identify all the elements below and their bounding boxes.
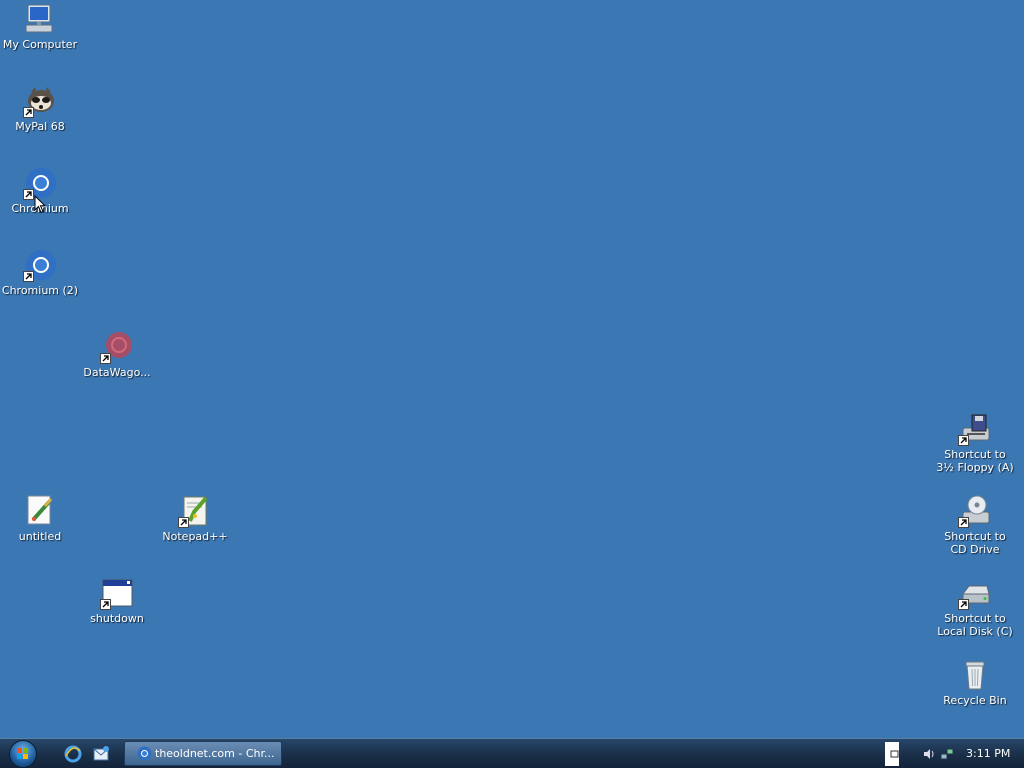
network-icon[interactable] [940, 747, 954, 761]
shutdown-desktop-icon[interactable]: shutdown [77, 576, 157, 625]
cd-drive-icon [958, 494, 992, 528]
mouse-cursor-icon [34, 195, 46, 214]
cd-drive-shortcut-label-line2: CD Drive [950, 543, 1000, 556]
floppy-shortcut-label-line1: Shortcut to [944, 448, 1006, 461]
cd-drive-shortcut-label-line1: Shortcut to [944, 530, 1006, 543]
volume-icon[interactable] [922, 747, 936, 761]
batch-window-icon [100, 576, 134, 610]
shortcut-arrow-icon [100, 353, 111, 364]
chromium-icon [23, 248, 57, 282]
chromium-2-label: Chromium (2) [1, 284, 79, 297]
raccoon-icon [23, 84, 57, 118]
windows-logo-icon [17, 748, 28, 759]
taskbar-button-label: theoldnet.com - Chr... [155, 747, 275, 760]
shutdown-label: shutdown [90, 612, 144, 625]
datawagon-label: DataWago... [83, 366, 151, 379]
datawagon-desktop-icon[interactable]: DataWago... [77, 330, 157, 379]
computer-icon [23, 2, 57, 36]
taskbar: theoldnet.com - Chr... 3:11 PM [0, 738, 1024, 768]
notepadpp-icon [178, 494, 212, 528]
chromium-2-desktop-icon[interactable]: Chromium (2) [0, 248, 80, 297]
shortcut-arrow-icon [23, 189, 34, 200]
local-disk-shortcut-desktop-icon[interactable]: Shortcut to Local Disk (C) [935, 576, 1015, 638]
my-computer-desktop-icon[interactable]: My Computer [0, 2, 80, 51]
shortcut-arrow-icon [23, 107, 34, 118]
recycle-bin-icon [958, 658, 992, 692]
hard-drive-icon [958, 576, 992, 610]
shortcut-arrow-icon [958, 435, 969, 446]
outlook-express-icon[interactable] [92, 745, 110, 763]
chromium-icon [137, 746, 152, 761]
untitled-desktop-icon[interactable]: untitled [0, 494, 80, 543]
notepadpp-label: Notepad++ [162, 530, 228, 543]
datawagon-icon [100, 330, 134, 364]
desktop: My Computer MyPal 68 Chromium (2) DataWa… [0, 0, 1024, 738]
shortcut-arrow-icon [100, 599, 111, 610]
recycle-bin-label: Recycle Bin [943, 694, 1007, 707]
my-computer-label: My Computer [2, 38, 78, 51]
floppy-drive-icon [958, 412, 992, 446]
clock[interactable]: 3:11 PM [966, 739, 1010, 768]
floppy-shortcut-label-line2: 3½ Floppy (A) [936, 461, 1014, 474]
cd-drive-shortcut-desktop-icon[interactable]: Shortcut to CD Drive [935, 494, 1015, 556]
paint-document-icon [23, 494, 57, 528]
recycle-bin-desktop-icon[interactable]: Recycle Bin [935, 658, 1015, 707]
shortcut-arrow-icon [178, 517, 189, 528]
start-button[interactable] [9, 740, 37, 768]
local-disk-shortcut-label-line2: Local Disk (C) [937, 625, 1013, 638]
mypal-desktop-icon[interactable]: MyPal 68 [0, 84, 80, 133]
shortcut-arrow-icon [23, 271, 34, 282]
floppy-shortcut-desktop-icon[interactable]: Shortcut to 3½ Floppy (A) [935, 412, 1015, 474]
shortcut-arrow-icon [958, 599, 969, 610]
keyboard-language-icon[interactable] [885, 742, 899, 766]
local-disk-shortcut-label-line1: Shortcut to [944, 612, 1006, 625]
taskbar-button-chromium-window[interactable]: theoldnet.com - Chr... [124, 741, 282, 766]
notepadpp-desktop-icon[interactable]: Notepad++ [155, 494, 235, 543]
mypal-label: MyPal 68 [15, 120, 65, 133]
untitled-label: untitled [18, 530, 62, 543]
internet-explorer-icon[interactable] [64, 745, 82, 763]
shortcut-arrow-icon [958, 517, 969, 528]
